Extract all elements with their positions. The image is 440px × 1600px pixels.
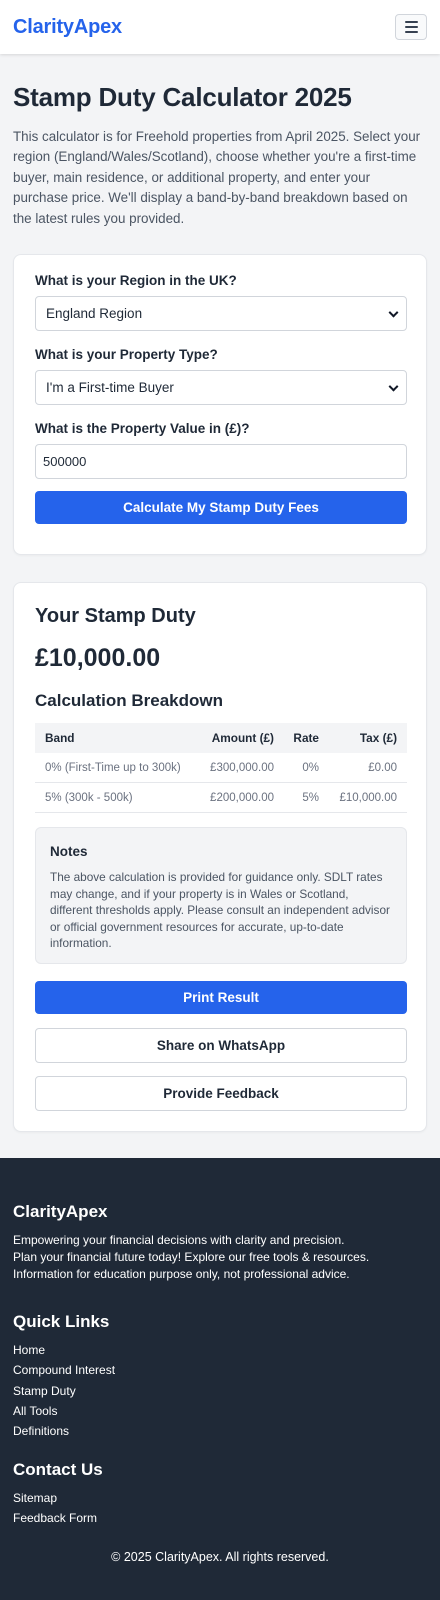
contact-heading: Contact Us: [13, 1460, 103, 1479]
notes-title: Notes: [50, 844, 88, 859]
table-cell: £300,000.00: [210, 762, 274, 774]
calculate-button[interactable]: Calculate My Stamp Duty Fees: [35, 491, 407, 524]
calculator-form: What is your Region in the UK? England R…: [13, 254, 427, 555]
menu-line: [404, 26, 418, 28]
table-header-cell: Tax (£): [359, 731, 397, 745]
site-header: ClarityApex: [0, 0, 440, 54]
table-cell: 5% (300k - 500k): [45, 792, 133, 804]
table-header-cell: Amount (£): [211, 731, 274, 745]
notes-text: The above calculation is provided for gu…: [50, 870, 390, 951]
table-cell: £200,000.00: [210, 792, 274, 804]
footer-link-feedback-form[interactable]: Feedback Form: [13, 1508, 97, 1528]
table-row: 0% (First-Time up to 300k) £300,000.00 0…: [35, 753, 407, 783]
table-cell: 5%: [302, 792, 319, 804]
breakdown-title: Calculation Breakdown: [35, 691, 223, 710]
contact-links-list: Sitemap Feedback Form: [13, 1488, 97, 1529]
region-select-value: England Region: [46, 306, 143, 321]
site-footer: ClarityApex Empowering your financial de…: [0, 1158, 440, 1600]
footer-tagline: Empowering your financial decisions with…: [13, 1232, 427, 1283]
site-logo[interactable]: ClarityApex: [13, 16, 122, 39]
property-type-select-value: I'm a First-time Buyer: [46, 380, 174, 395]
result-card: Your Stamp Duty £10,000.00 Calculation B…: [13, 582, 427, 1132]
footer-tagline-line: Empowering your financial decisions with…: [13, 1233, 345, 1247]
share-whatsapp-button[interactable]: Share on WhatsApp: [35, 1028, 407, 1063]
footer-brand: ClarityApex: [13, 1202, 108, 1221]
table-cell: £10,000.00: [339, 792, 397, 804]
table-header-cell: Band: [45, 731, 75, 745]
table-header-row: Band Amount (£) Rate Tax (£): [35, 723, 407, 753]
print-result-button[interactable]: Print Result: [35, 981, 407, 1014]
footer-link-definitions[interactable]: Definitions: [13, 1421, 115, 1441]
table-header-cell: Rate: [293, 731, 319, 745]
result-heading: Your Stamp Duty: [35, 605, 196, 627]
property-value-input[interactable]: 500000: [35, 444, 407, 479]
hamburger-menu-icon[interactable]: [395, 14, 427, 40]
footer-link-home[interactable]: Home: [13, 1340, 115, 1360]
footer-tagline-line: Plan your financial future today! Explor…: [13, 1250, 370, 1264]
quick-links-heading: Quick Links: [13, 1312, 110, 1331]
region-select[interactable]: England Region: [35, 296, 407, 331]
menu-line: [404, 21, 418, 23]
footer-link-compound-interest[interactable]: Compound Interest: [13, 1360, 115, 1380]
property-value-label: What is the Property Value in (£)?: [35, 421, 250, 436]
page-title: Stamp Duty Calculator 2025: [13, 82, 352, 112]
intro-text: This calculator is for Freehold properti…: [13, 129, 421, 226]
menu-line: [404, 31, 418, 33]
region-label: What is your Region in the UK?: [35, 273, 237, 288]
table-cell: £0.00: [368, 762, 397, 774]
property-type-select[interactable]: I'm a First-time Buyer: [35, 370, 407, 405]
table-row: 5% (300k - 500k) £200,000.00 5% £10,000.…: [35, 783, 407, 813]
footer-tagline-line: Information for education purpose only, …: [13, 1267, 350, 1281]
property-value-input-text: 500000: [43, 454, 87, 469]
stamp-duty-amount: £10,000.00: [35, 644, 161, 672]
chevron-down-icon: [388, 381, 399, 392]
breakdown-table: Band Amount (£) Rate Tax (£) 0% (First-T…: [35, 723, 407, 813]
table-cell: 0% (First-Time up to 300k): [45, 762, 181, 774]
copyright-text: © 2025 ClarityApex. All rights reserved.: [111, 1550, 329, 1564]
footer-link-stamp-duty[interactable]: Stamp Duty: [13, 1381, 115, 1401]
table-cell: 0%: [302, 762, 319, 774]
footer-link-all-tools[interactable]: All Tools: [13, 1401, 115, 1421]
chevron-down-icon: [388, 307, 399, 318]
footer-link-sitemap[interactable]: Sitemap: [13, 1488, 97, 1508]
quick-links-list: Home Compound Interest Stamp Duty All To…: [13, 1340, 115, 1441]
property-type-label: What is your Property Type?: [35, 347, 218, 362]
notes-box: Notes The above calculation is provided …: [35, 827, 407, 964]
provide-feedback-button[interactable]: Provide Feedback: [35, 1076, 407, 1111]
